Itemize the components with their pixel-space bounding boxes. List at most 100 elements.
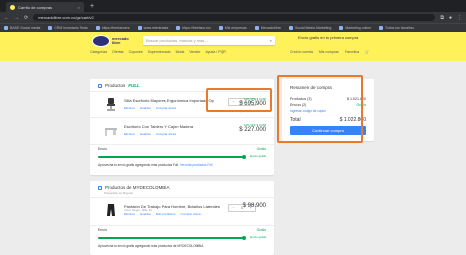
- progress-fill: [98, 156, 244, 158]
- cart-page: Productos FULL Silla Escritorio Mayores …: [0, 61, 466, 255]
- bookmark-item[interactable]: Social Media Marketing: [288, 26, 331, 30]
- save-link[interactable]: Guardar: [140, 212, 151, 216]
- progress-label: Envío gratis: [250, 235, 266, 239]
- new-tab-icon[interactable]: +: [87, 2, 97, 12]
- bookmark-item[interactable]: Marketing online: [339, 26, 371, 30]
- item-title[interactable]: Escritorio Con Tablero Y Cajón Madera: [124, 124, 224, 129]
- shipping-value: Gratis: [256, 227, 266, 232]
- close-tab-icon[interactable]: ×: [78, 5, 80, 10]
- delete-link[interactable]: Eliminar: [124, 106, 135, 110]
- nav-item[interactable]: Ofertas: [112, 50, 123, 54]
- decrement-button[interactable]: −: [232, 206, 234, 210]
- order-summary-card: Resumen de compra Productos (3) $ 1.021.…: [277, 75, 374, 143]
- section-subtitle: Preparado en Bogotá: [104, 191, 133, 195]
- item-price-block: 10% OFF $ 0.000 $ 227.000: [239, 123, 266, 133]
- bookmark-icon: [218, 26, 223, 30]
- promo-banner[interactable]: Envío gratis en tu primera compra: [298, 35, 358, 40]
- search-input[interactable]: Buscar productos, marcas y más... ⌕: [143, 36, 275, 45]
- buy-now-link[interactable]: Comprar ahora: [156, 132, 176, 136]
- bookmarks-bar: BASE Social media CRM Inventario Tests h…: [0, 23, 466, 32]
- search-icon[interactable]: ⌕: [270, 38, 272, 43]
- logo-text: mercado libre: [112, 36, 129, 45]
- tab-title: Carrito de compras: [18, 4, 53, 10]
- section-header: Productos de MYDECOLOMBIA: [98, 185, 170, 190]
- nav-item[interactable]: Ayuda / PQR: [205, 50, 225, 54]
- delete-link[interactable]: Eliminar: [124, 212, 135, 216]
- select-all-checkbox[interactable]: [98, 185, 102, 190]
- more-products-link[interactable]: Más productos: [156, 212, 176, 216]
- nav-item[interactable]: Moda: [176, 50, 185, 54]
- shipping-row: Envío Gratis: [90, 225, 274, 233]
- url-text: mercadolibre.com.co/gz/cart/v2: [38, 15, 94, 20]
- full-products-card: Productos FULL Silla Escritorio Mayores …: [90, 79, 274, 175]
- profile-icon[interactable]: ●: [449, 15, 452, 21]
- bookmark-item[interactable]: Mercadolibre: [254, 26, 281, 30]
- delete-link[interactable]: Eliminar: [124, 132, 135, 136]
- nav-item[interactable]: Vender: [189, 50, 200, 54]
- address-bar[interactable]: mercadolibre.com.co/gz/cart/v2: [33, 14, 436, 21]
- handshake-logo-icon: [92, 35, 110, 47]
- section-header: Productos FULL: [98, 83, 140, 88]
- desk-thumbnail[interactable]: [104, 123, 118, 137]
- user-nav-item[interactable]: Creá tu cuenta: [290, 50, 313, 54]
- free-shipping-progress: Envío gratis: [98, 154, 266, 160]
- user-nav-item[interactable]: Favoritos: [345, 50, 359, 54]
- shipping-label: Envío: [98, 227, 107, 232]
- bookmark-icon: [288, 26, 293, 30]
- save-link[interactable]: Guardar: [140, 106, 151, 110]
- pants-thumbnail[interactable]: [104, 203, 118, 217]
- annotation-highlight: [206, 88, 272, 112]
- full-badge: FULL: [128, 83, 140, 88]
- nav-item[interactable]: Cupones: [129, 50, 143, 54]
- reload-icon[interactable]: ⟳: [24, 15, 28, 21]
- bookmark-icon: [4, 26, 8, 30]
- bookmark-item[interactable]: Mis empresas: [218, 26, 247, 30]
- shipping-row: Envío Gratis: [90, 144, 274, 152]
- shipping-value: Gratis: [256, 146, 266, 151]
- browser-toolbar: ← → ⟳ mercadolibre.com.co/gz/cart/v2 ⧉ ●…: [0, 12, 466, 23]
- nav-item[interactable]: Categorías: [90, 50, 107, 54]
- cart-item: Pantalón De Trabajo Para Hombre, Bolsill…: [90, 197, 274, 223]
- bookmark-item[interactable]: CRM Inventario Tests: [48, 26, 88, 30]
- bookmark-item[interactable]: www.mientrasta: [137, 26, 168, 30]
- back-icon[interactable]: ←: [4, 15, 9, 21]
- item-actions: Eliminar Guardar Comprar ahora: [124, 132, 176, 136]
- bookmark-item[interactable]: BASE Social media: [4, 26, 40, 30]
- user-nav: Creá tu cuenta Mis compras Favoritos 🛒: [290, 50, 370, 54]
- item-price: $ 227.000: [239, 127, 266, 133]
- buy-now-link[interactable]: Comprar ahora: [181, 212, 201, 216]
- all-bookmarks[interactable]: Todos los favoritos: [379, 26, 414, 30]
- bookmark-item[interactable]: https://freelanc.mx: [176, 26, 211, 30]
- bookmark-icon: [48, 26, 53, 30]
- menu-icon[interactable]: ⋮: [457, 15, 462, 21]
- progress-end-marker: [242, 236, 246, 240]
- progress-label: Envío gratis: [250, 154, 266, 158]
- item-actions: Eliminar Guardar Comprar ahora: [124, 106, 176, 110]
- site-header: mercado libre Buscar productos, marcas y…: [0, 32, 466, 61]
- bookmark-item[interactable]: https://freelancers: [95, 26, 130, 30]
- folder-icon: [379, 26, 384, 30]
- shipping-label: Envío: [98, 146, 107, 151]
- nav-item[interactable]: Supermercado: [148, 50, 171, 54]
- extensions-icon[interactable]: ⧉: [440, 15, 444, 21]
- user-nav-item[interactable]: Mis compras: [319, 50, 339, 54]
- browser-tab[interactable]: Carrito de compras ×: [6, 2, 84, 12]
- progress-end-marker: [242, 155, 246, 159]
- bookmark-icon: [95, 26, 100, 30]
- mercadolibre-logo[interactable]: mercado libre: [92, 35, 134, 47]
- bookmark-icon: [254, 26, 259, 30]
- bookmark-icon: [339, 26, 344, 30]
- office-chair-thumbnail[interactable]: [104, 97, 118, 111]
- seller-products-card: Productos de MYDECOLOMBIA Preparado en B…: [90, 181, 274, 255]
- cart-icon[interactable]: 🛒: [365, 50, 369, 54]
- section-title: Productos: [105, 83, 126, 88]
- bookmark-icon: [137, 26, 142, 30]
- forward-icon[interactable]: →: [14, 15, 19, 21]
- select-all-checkbox[interactable]: [98, 83, 102, 88]
- search-placeholder: Buscar productos, marcas y más...: [146, 38, 208, 43]
- more-full-products-link[interactable]: Ver más productos Full: [180, 163, 213, 167]
- cart-item: Escritorio Con Tablero Y Cajón Madera El…: [90, 117, 274, 143]
- buy-now-link[interactable]: Comprar ahora: [156, 106, 176, 110]
- progress-message: Aprovecha tu envío gratis agregando más …: [98, 163, 213, 167]
- save-link[interactable]: Guardar: [140, 132, 151, 136]
